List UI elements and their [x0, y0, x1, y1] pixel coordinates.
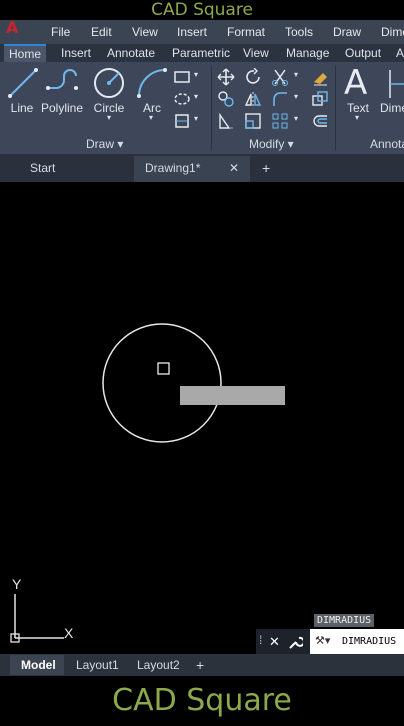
tab-insert[interactable]: Insert	[61, 44, 91, 62]
hatch-dropdown-icon[interactable]: ▾	[194, 92, 198, 101]
arc-icon[interactable]	[135, 66, 169, 100]
array-dropdown-icon[interactable]: ▾	[294, 114, 298, 123]
menu-edit[interactable]: Edit	[91, 25, 112, 39]
command-controls	[256, 629, 316, 655]
tab-more[interactable]: A	[396, 44, 404, 62]
tab-manage[interactable]: Manage	[286, 44, 329, 62]
start-tab[interactable]: Start	[30, 154, 55, 182]
crosshair-pickbox	[157, 362, 170, 375]
ucs-y-label: Y	[12, 576, 22, 592]
close-tab-icon[interactable]: ✕	[229, 154, 239, 182]
menu-dimension[interactable]: Dime	[381, 25, 404, 39]
tab-output[interactable]: Output	[345, 44, 381, 62]
move-icon[interactable]	[217, 68, 235, 86]
hatch-icon[interactable]	[173, 90, 191, 108]
fillet-icon[interactable]	[271, 90, 289, 108]
gradient-icon[interactable]	[173, 112, 191, 130]
dimension-icon[interactable]	[386, 68, 404, 100]
modify-panel-title[interactable]: Modify ▾	[249, 137, 294, 151]
app-logo[interactable]: A	[6, 18, 30, 37]
drawing1-tab[interactable]: Drawing1*	[145, 154, 200, 182]
tab-annotate[interactable]: Annotate	[107, 44, 155, 62]
menu-insert[interactable]: Insert	[177, 25, 207, 39]
text-icon[interactable]: A	[344, 64, 367, 102]
array-icon[interactable]	[271, 112, 289, 130]
drawn-circle	[102, 323, 222, 443]
explode-icon[interactable]	[311, 90, 329, 108]
customize-wrench-icon[interactable]	[287, 634, 303, 650]
offset-icon[interactable]	[311, 112, 329, 130]
add-layout-button[interactable]: +	[196, 656, 204, 674]
panel-separator	[335, 66, 336, 150]
menu-bar: File Edit View Insert Format Tools Draw …	[0, 20, 404, 44]
command-close-icon[interactable]: ✕	[269, 634, 280, 650]
dimension-tool-label[interactable]: Dime	[380, 101, 404, 115]
command-input[interactable]: DIMRADIUS	[342, 636, 396, 647]
annotation-panel-title[interactable]: Annota	[370, 137, 404, 151]
menu-file[interactable]: File	[51, 25, 70, 39]
arc-dropdown-icon[interactable]: ▾	[146, 113, 156, 122]
panel-separator	[211, 66, 212, 150]
command-tooltip: DIMRADIUS	[314, 614, 375, 627]
circle-dropdown-icon[interactable]: ▾	[104, 113, 114, 122]
menu-view[interactable]: View	[132, 25, 158, 39]
layout1-tab[interactable]: Layout1	[76, 656, 119, 674]
layout2-tab[interactable]: Layout2	[137, 656, 180, 674]
menu-format[interactable]: Format	[227, 25, 265, 39]
draw-panel-title[interactable]: Draw ▾	[86, 137, 123, 151]
gradient-dropdown-icon[interactable]: ▾	[194, 114, 198, 123]
trim-dropdown-icon[interactable]: ▾	[294, 70, 298, 79]
command-history-icon[interactable]: ⚒▾	[315, 634, 330, 647]
rotate-icon[interactable]	[244, 68, 262, 86]
tab-home[interactable]: Home	[4, 44, 47, 62]
stretch-icon[interactable]	[217, 112, 235, 130]
new-tab-button[interactable]: +	[262, 154, 270, 182]
ribbon-tab-bar: Home Insert Annotate Parametric View Man…	[0, 44, 404, 62]
tab-parametric[interactable]: Parametric	[172, 44, 230, 62]
polyline-tool-label[interactable]: Polyline	[40, 101, 84, 115]
copy-icon[interactable]	[217, 90, 235, 108]
scale-icon[interactable]	[244, 112, 262, 130]
circle-icon[interactable]	[92, 66, 126, 100]
model-tab[interactable]: Model	[21, 656, 56, 674]
dynamic-input-box	[180, 386, 285, 405]
menu-tools[interactable]: Tools	[285, 25, 313, 39]
brand-title-bottom: CAD Square	[0, 676, 404, 720]
menu-draw[interactable]: Draw	[333, 25, 361, 39]
fillet-dropdown-icon[interactable]: ▾	[294, 92, 298, 101]
brand-title-top: CAD Square	[0, 0, 404, 20]
polyline-icon[interactable]	[44, 66, 80, 100]
rectangle-dropdown-icon[interactable]: ▾	[194, 70, 198, 79]
line-tool-label[interactable]: Line	[8, 101, 36, 115]
ucs-x-label: X	[64, 625, 74, 641]
tab-view[interactable]: View	[243, 44, 269, 62]
text-dropdown-icon[interactable]: ▾	[352, 113, 362, 122]
trim-icon[interactable]	[271, 68, 289, 86]
rectangle-icon[interactable]	[173, 68, 191, 86]
mirror-icon[interactable]	[244, 90, 262, 108]
line-icon[interactable]	[6, 66, 40, 100]
erase-icon[interactable]	[311, 68, 329, 86]
command-grip-icon[interactable]: ⁞	[259, 633, 262, 647]
